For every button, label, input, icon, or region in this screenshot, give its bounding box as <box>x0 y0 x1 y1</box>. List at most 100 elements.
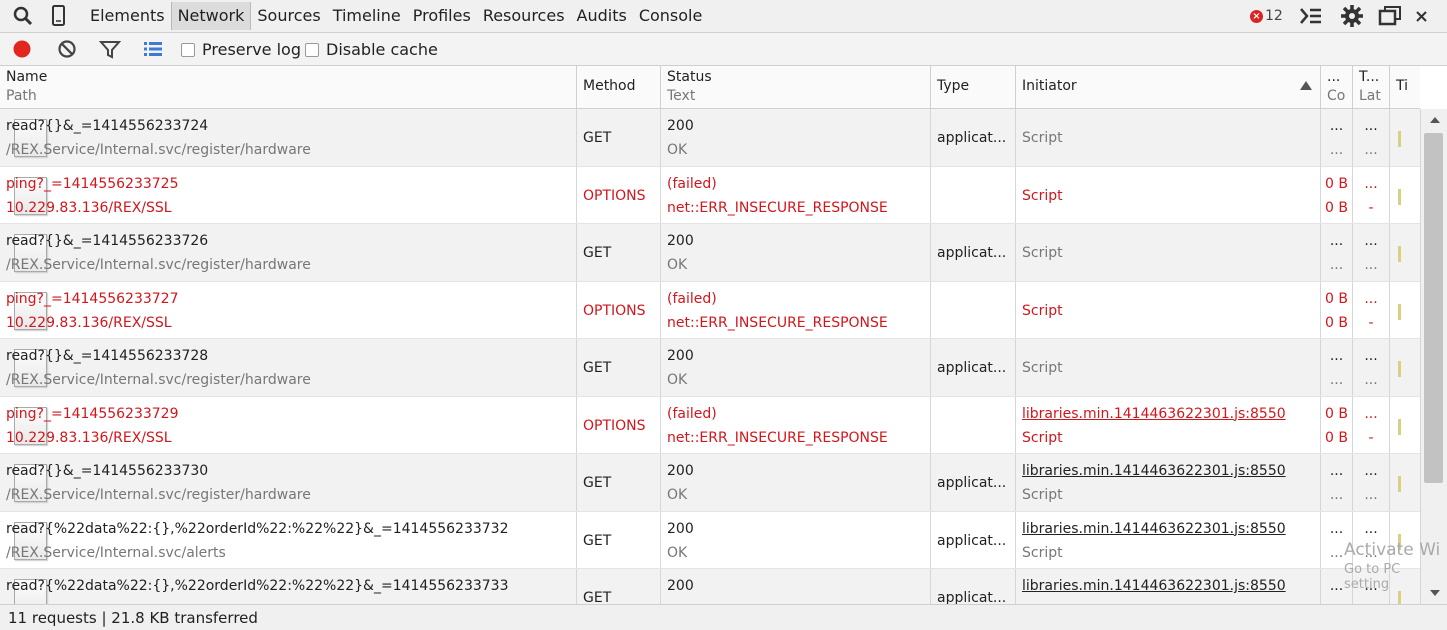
table-row[interactable]: ping?_=1414556233725 10.229.83.136/REX/SS… <box>0 166 1420 224</box>
list-view-icon[interactable] <box>142 38 164 60</box>
latency-value: ... <box>1364 142 1378 158</box>
request-path: 10.229.83.136/REX/SSL <box>6 314 172 331</box>
clear-icon[interactable] <box>56 38 78 60</box>
initiator-link[interactable]: libraries.min.1414463622301.js:8550 <box>1022 406 1286 422</box>
cell-initiator[interactable]: Script <box>1016 281 1321 338</box>
preserve-log-checkbox[interactable]: Preserve log <box>181 40 301 59</box>
request-method: OPTIONS <box>583 302 646 319</box>
cell-initiator[interactable]: Script <box>1016 224 1321 281</box>
initiator-type: Script <box>1022 245 1063 261</box>
cell-name[interactable]: read?{%22data%22:{},%22orderId%22:%22%22… <box>0 511 577 568</box>
request-method: GET <box>583 360 612 376</box>
undock-icon[interactable] <box>1377 4 1403 28</box>
initiator-link[interactable]: libraries.min.1414463622301.js:8550 <box>1022 578 1286 594</box>
header-timeline[interactable]: Ti <box>1390 66 1420 109</box>
table-row[interactable]: read?{}&_=1414556233728/REX.Service/Inte… <box>0 339 1420 397</box>
cell-type: applicat... <box>931 511 1016 568</box>
network-controls-bar: Preserve log Disable cache <box>0 33 1447 66</box>
scroll-up-icon[interactable] <box>1430 117 1440 123</box>
cell-name[interactable]: read?{}&_=1414556233730/REX.Service/Inte… <box>0 454 577 511</box>
close-icon[interactable] <box>1412 4 1432 28</box>
header-size[interactable]: ... Co <box>1321 66 1353 109</box>
cell-initiator[interactable]: Script <box>1016 166 1321 223</box>
timeline-bar <box>1398 361 1401 377</box>
status-code: 200 <box>667 578 694 594</box>
cell-time: ... - <box>1353 166 1390 223</box>
cell-name[interactable]: ping?_=1414556233729 10.229.83.136/REX/SS… <box>0 396 577 453</box>
request-path: 10.229.83.136/REX/SSL <box>6 429 172 446</box>
tab-audits[interactable]: Audits <box>571 2 633 30</box>
header-status[interactable]: Status Text <box>661 66 931 109</box>
header-method[interactable]: Method <box>577 66 661 109</box>
header-time[interactable]: T... Lat <box>1353 66 1390 109</box>
cell-name[interactable]: read?{}&_=1414556233726/REX.Service/Inte… <box>0 224 577 281</box>
table-row[interactable]: read?{}&_=1414556233724/REX.Service/Inte… <box>0 109 1420 167</box>
cell-name[interactable]: read?{}&_=1414556233724/REX.Service/Inte… <box>0 109 577 166</box>
cell-time: ... <box>1353 569 1390 604</box>
vertical-scrollbar[interactable] <box>1420 109 1447 604</box>
error-count-badge[interactable]: × 12 <box>1250 5 1283 27</box>
tab-resources[interactable]: Resources <box>477 2 571 30</box>
cell-name[interactable]: read?{}&_=1414556233728/REX.Service/Inte… <box>0 339 577 396</box>
initiator-type: Script <box>1022 487 1063 503</box>
gear-icon[interactable] <box>1339 4 1365 28</box>
cell-name[interactable]: ping?_=1414556233727 10.229.83.136/REX/SS… <box>0 281 577 338</box>
status-text: net::ERR_INSECURE_RESPONSE <box>667 199 888 216</box>
cell-timeline <box>1390 569 1420 604</box>
cell-initiator[interactable]: Script <box>1016 339 1321 396</box>
cell-name[interactable]: ping?_=1414556233725 10.229.83.136/REX/SS… <box>0 166 577 223</box>
table-row[interactable]: read?{%22data%22:{},%22orderId%22:%22%22… <box>0 569 1420 604</box>
tab-sources[interactable]: Sources <box>251 2 326 30</box>
initiator-type: Script <box>1022 360 1063 376</box>
device-mode-icon[interactable] <box>46 3 72 29</box>
cell-status: (failed) net::ERR_INSECURE_RESPONSE <box>661 281 931 338</box>
disable-cache-box[interactable] <box>305 42 319 57</box>
initiator-link[interactable]: libraries.min.1414463622301.js:8550 <box>1022 463 1286 479</box>
search-icon[interactable] <box>10 3 36 29</box>
content-value: 0 B <box>1325 314 1348 331</box>
cell-initiator[interactable]: Script <box>1016 109 1321 166</box>
header-initiator[interactable]: Initiator <box>1016 66 1321 109</box>
grid-header: Name Path Method Status Text Type Initia… <box>0 66 1420 109</box>
content-value: ... <box>1329 142 1344 158</box>
tab-profiles[interactable]: Profiles <box>407 2 477 30</box>
request-name: read?{}&_=1414556233726 <box>6 233 209 249</box>
scroll-down-icon[interactable] <box>1430 590 1440 596</box>
cell-type: applicat... <box>931 339 1016 396</box>
sort-ascending-icon <box>1300 81 1312 90</box>
tab-console[interactable]: Console <box>633 2 709 30</box>
tab-network[interactable]: Network <box>170 2 252 30</box>
cell-name[interactable]: read?{%22data%22:{},%22orderId%22:%22%22… <box>0 569 577 604</box>
console-drawer-icon[interactable] <box>1298 4 1324 28</box>
time-value: ... <box>1364 405 1378 422</box>
cell-initiator[interactable]: libraries.min.1414463622301.js:8550 Scrip… <box>1016 454 1321 511</box>
preserve-log-box[interactable] <box>181 42 195 57</box>
header-type[interactable]: Type <box>931 66 1016 109</box>
filter-icon[interactable] <box>98 38 122 60</box>
time-value: ... <box>1364 463 1378 479</box>
scrollbar-thumb[interactable] <box>1424 133 1443 483</box>
record-icon[interactable] <box>11 38 33 60</box>
tab-elements[interactable]: Elements <box>84 2 171 30</box>
preserve-log-label: Preserve log <box>202 40 301 59</box>
status-text: OK <box>667 257 688 273</box>
table-row[interactable]: read?{}&_=1414556233730/REX.Service/Inte… <box>0 454 1420 512</box>
cell-size: ...... <box>1321 454 1353 511</box>
table-row[interactable]: ping?_=1414556233729 10.229.83.136/REX/SS… <box>0 396 1420 454</box>
status-code: 200 <box>667 348 694 364</box>
time-value: ... <box>1364 520 1378 537</box>
disable-cache-checkbox[interactable]: Disable cache <box>305 40 438 59</box>
table-row[interactable]: ping?_=1414556233727 10.229.83.136/REX/SS… <box>0 281 1420 339</box>
size-value: ... <box>1329 348 1344 364</box>
cell-initiator[interactable]: libraries.min.1414463622301.js:8550 Scrip… <box>1016 511 1321 568</box>
tab-timeline[interactable]: Timeline <box>327 2 407 30</box>
cell-initiator[interactable]: libraries.min.1414463622301.js:8550 <box>1016 569 1321 604</box>
header-name[interactable]: Name Path <box>0 66 577 109</box>
cell-method: GET <box>577 511 661 568</box>
timeline-bar <box>1398 303 1401 320</box>
table-row[interactable]: read?{%22data%22:{},%22orderId%22:%22%22… <box>0 511 1420 569</box>
cell-time: ... - <box>1353 281 1390 338</box>
cell-initiator[interactable]: libraries.min.1414463622301.js:8550 Scrip… <box>1016 396 1321 453</box>
table-row[interactable]: read?{}&_=1414556233726/REX.Service/Inte… <box>0 224 1420 282</box>
initiator-link[interactable]: libraries.min.1414463622301.js:8550 <box>1022 521 1286 537</box>
